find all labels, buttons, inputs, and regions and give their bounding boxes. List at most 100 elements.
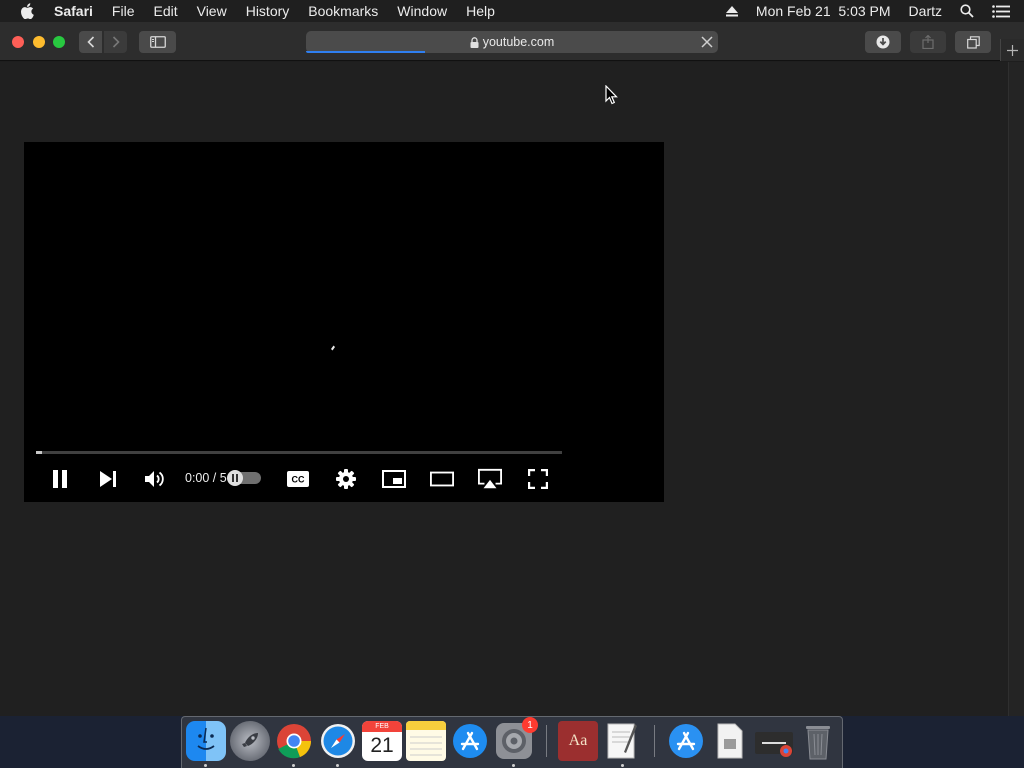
dock-app-store[interactable] bbox=[450, 721, 490, 761]
pause-icon bbox=[53, 470, 67, 488]
menubar-user[interactable]: Dartz bbox=[909, 3, 942, 19]
fullscreen-button[interactable] bbox=[526, 467, 550, 491]
finder-icon bbox=[197, 727, 215, 750]
dock-documents-folder[interactable] bbox=[710, 721, 750, 761]
airplay-icon bbox=[478, 468, 502, 489]
menubar-clock[interactable]: Mon Feb 21 5:03 PM bbox=[756, 3, 891, 19]
menu-window[interactable]: Window bbox=[397, 3, 447, 19]
seek-bar-played bbox=[36, 451, 42, 454]
fullscreen-icon bbox=[528, 469, 548, 489]
sidebar-toggle-button[interactable] bbox=[139, 31, 176, 53]
window-minimize-button[interactable] bbox=[33, 36, 45, 48]
dock-system-preferences[interactable]: 1 bbox=[494, 717, 538, 761]
menu-help[interactable]: Help bbox=[466, 3, 495, 19]
next-button[interactable] bbox=[96, 467, 120, 491]
skip-next-icon bbox=[100, 471, 116, 487]
theater-mode-button[interactable] bbox=[430, 467, 454, 491]
chevron-left-icon bbox=[86, 36, 94, 48]
autoplay-knob bbox=[227, 470, 243, 486]
dock-launchpad[interactable] bbox=[230, 721, 270, 761]
browser-toolbar: youtube.com bbox=[0, 22, 1024, 61]
dock-separator bbox=[546, 725, 547, 757]
dock-dictionary[interactable]: Aa bbox=[558, 721, 598, 761]
trash-icon bbox=[806, 726, 830, 760]
dock-system-preferences-running-dot bbox=[512, 764, 515, 767]
lock-icon bbox=[470, 36, 479, 48]
notification-badge: 1 bbox=[522, 717, 538, 733]
window-zoom-button[interactable] bbox=[53, 36, 65, 48]
dictionary-label: Aa bbox=[568, 732, 588, 749]
seek-bar[interactable] bbox=[36, 451, 562, 454]
window-close-button[interactable] bbox=[12, 36, 24, 48]
autoplay-pause-icon bbox=[232, 474, 238, 482]
menubar-status-area: Mon Feb 21 5:03 PM Dartz bbox=[725, 0, 1024, 22]
chevron-right-icon bbox=[112, 36, 120, 48]
gear-icon bbox=[336, 469, 356, 489]
menu-history[interactable]: History bbox=[246, 3, 290, 19]
spotlight-search-icon[interactable] bbox=[960, 4, 974, 18]
airplay-button[interactable] bbox=[478, 467, 502, 491]
dock-trash[interactable] bbox=[798, 721, 838, 761]
dock-textedit[interactable] bbox=[602, 721, 642, 761]
closed-captions-icon: CC bbox=[287, 471, 309, 487]
dock: FEB 21 1 Aa bbox=[181, 716, 843, 768]
dock-notes[interactable] bbox=[406, 721, 446, 761]
menu-file[interactable]: File bbox=[112, 3, 135, 19]
apple-icon[interactable] bbox=[20, 3, 34, 19]
subtitles-button[interactable]: CC bbox=[286, 467, 310, 491]
page-content: 0:00 / 5 CC bbox=[0, 62, 1024, 716]
menu-bar: Safari File Edit View History Bookmarks … bbox=[0, 0, 1024, 22]
eject-icon[interactable] bbox=[725, 5, 738, 17]
miniplayer-button[interactable] bbox=[382, 467, 406, 491]
menu-app-name[interactable]: Safari bbox=[54, 3, 93, 19]
dock-downloads-stack[interactable] bbox=[754, 721, 794, 761]
app-store-icon bbox=[453, 724, 487, 758]
download-icon bbox=[876, 35, 890, 49]
show-tabs-button[interactable] bbox=[955, 31, 991, 53]
calendar-month: FEB bbox=[362, 721, 402, 732]
share-icon bbox=[922, 35, 934, 49]
new-tab-button[interactable] bbox=[1000, 39, 1024, 61]
vertical-scrollbar[interactable] bbox=[1008, 62, 1024, 716]
notification-center-icon[interactable] bbox=[992, 4, 1010, 18]
miniplayer-icon bbox=[382, 470, 406, 488]
video-player[interactable]: 0:00 / 5 CC bbox=[24, 142, 664, 502]
loading-spinner-icon bbox=[331, 345, 335, 351]
theater-mode-icon bbox=[430, 471, 454, 487]
downloads-stack-icon bbox=[755, 732, 793, 757]
downloads-button[interactable] bbox=[865, 31, 901, 53]
textedit-icon bbox=[607, 723, 637, 759]
dock-finder[interactable] bbox=[186, 721, 226, 761]
dock-safari-running-dot bbox=[336, 764, 339, 767]
rocket-icon bbox=[242, 733, 258, 747]
volume-icon bbox=[145, 471, 164, 487]
menu-edit[interactable]: Edit bbox=[153, 3, 177, 19]
mute-button[interactable] bbox=[143, 467, 167, 491]
time-display: 0:00 / 5 bbox=[185, 471, 227, 485]
dock-chrome[interactable] bbox=[274, 721, 314, 761]
sidebar-icon bbox=[149, 36, 166, 48]
dock-textedit-running-dot bbox=[621, 764, 624, 767]
back-button[interactable] bbox=[79, 31, 102, 53]
autoplay-toggle[interactable] bbox=[227, 470, 261, 486]
pause-button[interactable] bbox=[48, 467, 72, 491]
dock-separator-2 bbox=[654, 725, 655, 757]
settings-button[interactable] bbox=[334, 467, 358, 491]
mouse-cursor-icon bbox=[605, 85, 618, 105]
page-load-progress bbox=[306, 51, 426, 53]
dock-calendar[interactable]: FEB 21 bbox=[362, 721, 402, 761]
share-button[interactable] bbox=[910, 31, 946, 53]
chrome-icon bbox=[277, 724, 312, 759]
menu-view[interactable]: View bbox=[197, 3, 227, 19]
dock-app-store-download[interactable] bbox=[666, 721, 706, 761]
address-bar[interactable]: youtube.com bbox=[306, 31, 718, 53]
forward-button[interactable] bbox=[104, 31, 127, 53]
svg-text:CC: CC bbox=[292, 475, 305, 485]
app-store-folder-icon bbox=[669, 724, 703, 758]
dock-safari[interactable] bbox=[318, 721, 358, 761]
address-text: youtube.com bbox=[482, 35, 555, 49]
stop-loading-icon[interactable] bbox=[700, 35, 714, 49]
menu-bookmarks[interactable]: Bookmarks bbox=[308, 3, 378, 19]
tabs-overview-icon bbox=[966, 35, 980, 49]
plus-icon bbox=[1007, 44, 1018, 56]
